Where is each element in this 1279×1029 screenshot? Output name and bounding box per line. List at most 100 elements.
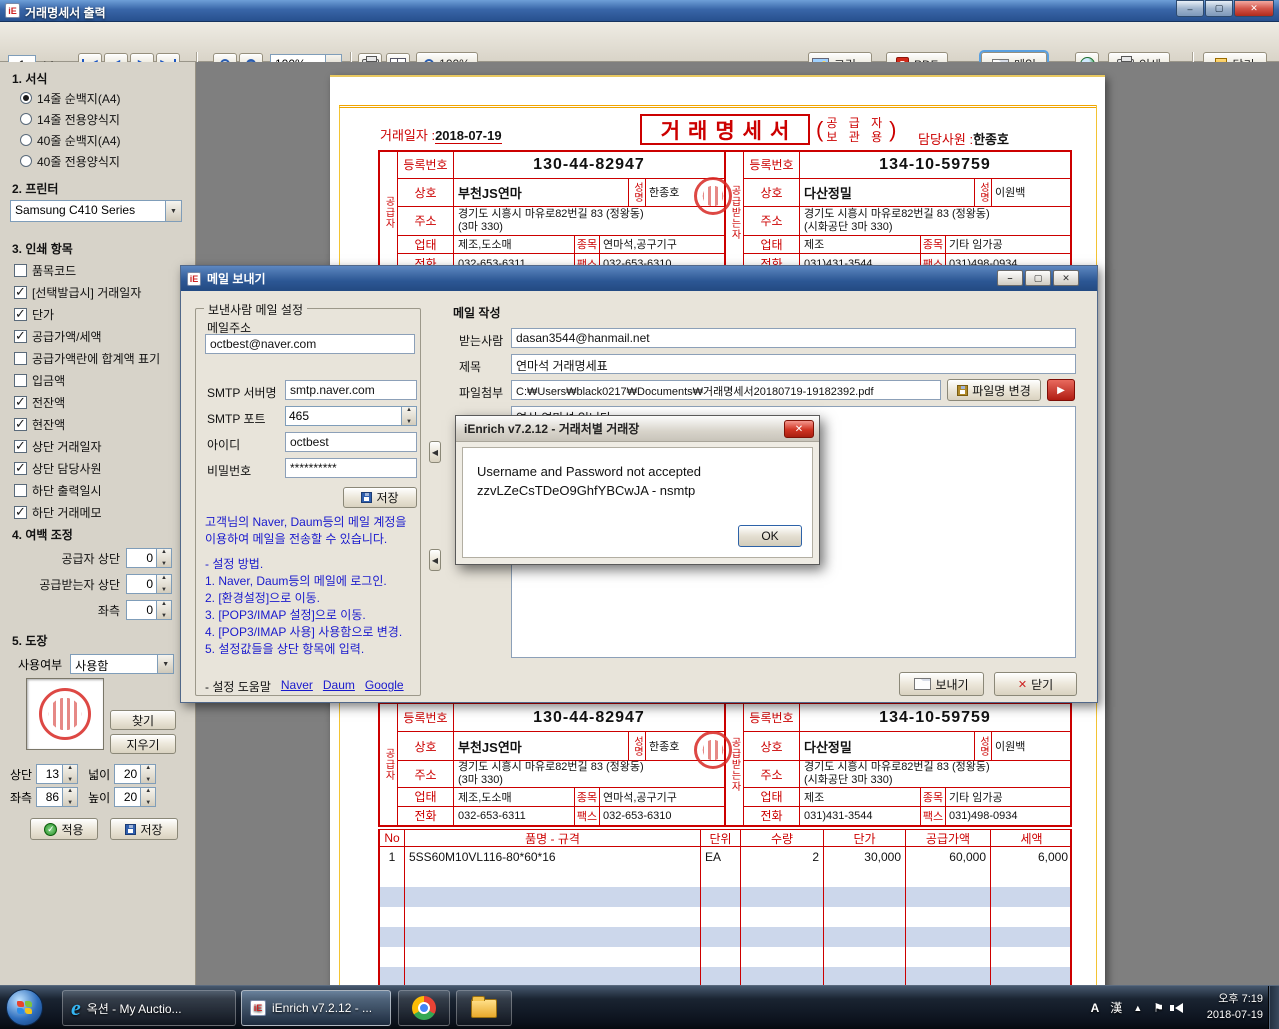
radio-format-0[interactable]: 14줄 순백지(A4) bbox=[20, 90, 121, 106]
tray-expand-icon[interactable]: ▲ bbox=[1133, 1003, 1142, 1013]
smtp-server-input[interactable]: smtp.naver.com bbox=[285, 380, 417, 400]
radio-format-3[interactable]: 40줄 전용양식지 bbox=[20, 153, 121, 169]
dialog-maximize-button[interactable]: ▢ bbox=[1025, 270, 1051, 286]
doc-label: 성명 bbox=[974, 179, 992, 207]
google-help-link[interactable]: Google bbox=[365, 678, 404, 695]
doc-items-empty-row bbox=[380, 907, 1070, 927]
doc-buyer-block: 공급받는자 등록번호134-10-59759 상호다산정밀성명이원백 주소경기도… bbox=[726, 152, 1070, 273]
doc-label: 성명 bbox=[974, 732, 992, 760]
printer-combo[interactable]: Samsung C410 Series bbox=[10, 200, 182, 222]
doc-items-header: 수량 bbox=[741, 830, 824, 846]
stamp-find-button[interactable]: 찾기 bbox=[110, 710, 176, 730]
ime-hanja-indicator[interactable]: 漢 bbox=[1110, 999, 1122, 1016]
windows-flag-icon bbox=[17, 1001, 33, 1015]
check-item-7[interactable]: 현잔액 bbox=[14, 416, 160, 432]
spinner-value: 86 bbox=[37, 788, 62, 806]
password-input[interactable]: ********** bbox=[285, 458, 417, 478]
spinner-arrows-icon[interactable] bbox=[140, 788, 155, 806]
margin-buyer-top-spinner[interactable]: 0 bbox=[126, 574, 172, 594]
save-mail-settings-button[interactable]: 저장 bbox=[343, 487, 417, 508]
checkbox-icon bbox=[14, 374, 27, 387]
radio-format-2[interactable]: 40줄 순백지(A4) bbox=[20, 132, 121, 148]
sender-email-input[interactable]: octbest@naver.com bbox=[205, 334, 415, 354]
desktop: 거래명세서 출력 – ▢ ✕ 1 / 1 ◀ ◀ ▶ ▶ - + 100% 10… bbox=[0, 0, 1279, 1029]
check-item-6[interactable]: 전잔액 bbox=[14, 394, 160, 410]
radio-icon bbox=[20, 155, 32, 167]
daum-help-link[interactable]: Daum bbox=[323, 678, 355, 695]
spinner-arrows-icon[interactable] bbox=[62, 788, 77, 806]
checkbox-icon bbox=[14, 484, 27, 497]
minimize-button[interactable]: – bbox=[1176, 0, 1204, 17]
spinner-arrows-icon[interactable] bbox=[140, 765, 155, 783]
spinner-arrows-icon[interactable] bbox=[156, 575, 171, 593]
check-item-2[interactable]: 단가 bbox=[14, 306, 160, 322]
open-pdf-button[interactable] bbox=[1047, 379, 1075, 401]
naver-help-link[interactable]: Naver bbox=[281, 678, 313, 695]
collapse-panel-button[interactable] bbox=[429, 549, 441, 571]
doc-items-header: 품명 - 규격 bbox=[405, 830, 701, 846]
taskbar-item-ienrich[interactable]: iEnrich v7.2.12 - ... bbox=[241, 990, 391, 1026]
spinner-arrows-icon[interactable] bbox=[156, 549, 171, 567]
check-item-11[interactable]: 하단 거래메모 bbox=[14, 504, 160, 520]
radio-format-1[interactable]: 14줄 전용양식지 bbox=[20, 111, 121, 127]
start-button[interactable] bbox=[6, 989, 43, 1026]
error-close-button[interactable]: ✕ bbox=[784, 420, 814, 438]
stamp-top-spinner[interactable]: 13 bbox=[36, 764, 78, 784]
recipient-input[interactable]: dasan3544@hanmail.net bbox=[511, 328, 1076, 348]
taskbar-item-browser[interactable]: e 옥션 - My Auctio... bbox=[62, 990, 236, 1026]
error-ok-button[interactable]: OK bbox=[738, 525, 802, 547]
mail-dialog-titlebar[interactable]: 메일 보내기 – ▢ ✕ bbox=[181, 266, 1097, 291]
printer-combo-arrow-icon[interactable] bbox=[165, 201, 181, 221]
check-item-10[interactable]: 하단 출력일시 bbox=[14, 482, 160, 498]
stamp-left-spinner[interactable]: 86 bbox=[36, 787, 78, 807]
collapse-panel-button[interactable] bbox=[429, 441, 441, 463]
apply-button[interactable]: 적용 bbox=[30, 818, 98, 840]
rename-file-button[interactable]: 파일명 변경 bbox=[947, 379, 1041, 401]
close-window-button[interactable]: ✕ bbox=[1234, 0, 1274, 17]
dialog-close-button[interactable]: ✕ bbox=[1053, 270, 1079, 286]
subject-input[interactable]: 연마석 거래명세표 bbox=[511, 354, 1076, 374]
apply-label: 적용 bbox=[61, 821, 83, 838]
stamp-combo-arrow-icon[interactable] bbox=[157, 655, 173, 673]
stamp-seal-image bbox=[694, 177, 732, 215]
margin-supplier-top-spinner[interactable]: 0 bbox=[126, 548, 172, 568]
check-item-5[interactable]: 입금액 bbox=[14, 372, 160, 388]
action-center-flag-icon[interactable]: ⚑ bbox=[1153, 1001, 1164, 1015]
check-item-0[interactable]: 품목코드 bbox=[14, 262, 160, 278]
ime-latin-indicator[interactable]: A bbox=[1091, 1001, 1100, 1015]
volume-icon[interactable] bbox=[1175, 1003, 1183, 1013]
attachment-path-input[interactable]: C:₩Users₩black0217₩Documents₩거래명세서201807… bbox=[511, 380, 941, 400]
check-item-4[interactable]: 공급가액란에 합계액 표기 bbox=[14, 350, 160, 366]
taskbar-clock[interactable]: 오후 7:19 2018-07-19 bbox=[1207, 991, 1263, 1023]
stamp-width-spinner[interactable]: 20 bbox=[114, 764, 156, 784]
close-mail-dialog-button[interactable]: ✕닫기 bbox=[994, 672, 1077, 696]
check-item-1[interactable]: [선택발급시] 거래일자 bbox=[14, 284, 160, 300]
maximize-button[interactable]: ▢ bbox=[1205, 0, 1233, 17]
stamp-clear-button[interactable]: 지우기 bbox=[110, 734, 176, 754]
doc-supplier-tel: 032-653-6311 bbox=[454, 807, 574, 825]
account-id-input[interactable]: octbest bbox=[285, 432, 417, 452]
check-item-8[interactable]: 상단 거래일자 bbox=[14, 438, 160, 454]
dialog-minimize-button[interactable]: – bbox=[997, 270, 1023, 286]
stamp-use-combo[interactable]: 사용함 bbox=[70, 654, 174, 674]
error-dialog-titlebar[interactable]: iEnrich v7.2.12 - 거래처별 거래장 bbox=[456, 416, 819, 442]
doc-supplier-item: 연마석,공구기구 bbox=[600, 788, 724, 805]
checkbox-label: 상단 담당사원 bbox=[32, 460, 102, 477]
show-desktop-button[interactable] bbox=[1268, 986, 1279, 1029]
taskbar-item-chrome[interactable] bbox=[398, 990, 450, 1026]
spinner-arrows-icon[interactable] bbox=[156, 601, 171, 619]
doc-label: 종목 bbox=[574, 236, 600, 254]
spinner-arrows-icon[interactable] bbox=[401, 407, 416, 425]
taskbar-item-explorer[interactable] bbox=[456, 990, 512, 1026]
check-item-9[interactable]: 상단 담당사원 bbox=[14, 460, 160, 476]
help-line: 3. [POP3/IMAP 설정]으로 이동. bbox=[205, 607, 406, 624]
save-stamp-button[interactable]: 저장 bbox=[110, 818, 178, 840]
doc-label: 상호 bbox=[744, 732, 800, 760]
smtp-port-spinner[interactable]: 465 bbox=[285, 406, 417, 426]
stamp-height-spinner[interactable]: 20 bbox=[114, 787, 156, 807]
compose-section-title: 메일 작성 bbox=[453, 304, 501, 321]
send-mail-button[interactable]: 보내기 bbox=[899, 672, 984, 696]
check-item-3[interactable]: 공급가액/세액 bbox=[14, 328, 160, 344]
spinner-arrows-icon[interactable] bbox=[62, 765, 77, 783]
margin-left-spinner[interactable]: 0 bbox=[126, 600, 172, 620]
